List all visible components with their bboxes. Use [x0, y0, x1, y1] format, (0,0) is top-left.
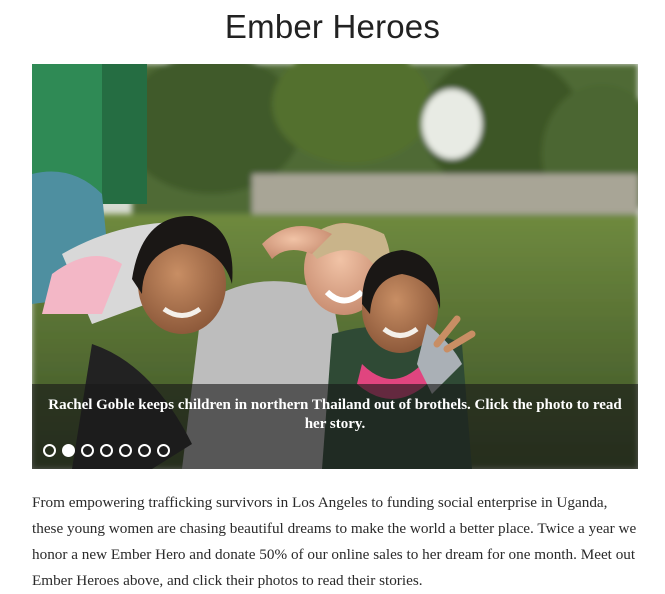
slider-dot-6[interactable]: [138, 444, 151, 457]
intro-paragraph: From empowering trafficking survivors in…: [32, 494, 637, 589]
slide-caption[interactable]: Rachel Goble keeps children in northern …: [46, 396, 624, 434]
slider-dot-2[interactable]: [62, 444, 75, 457]
slider-dot-3[interactable]: [81, 444, 94, 457]
slider-dot-7[interactable]: [157, 444, 170, 457]
slider-dot-1[interactable]: [43, 444, 56, 457]
slider-dot-4[interactable]: [100, 444, 113, 457]
page-title: Ember Heroes: [224, 8, 441, 45]
slider-dot-5[interactable]: [119, 444, 132, 457]
slider-pagination: [43, 444, 170, 457]
hero-slider[interactable]: Rachel Goble keeps children in northern …: [32, 64, 638, 469]
